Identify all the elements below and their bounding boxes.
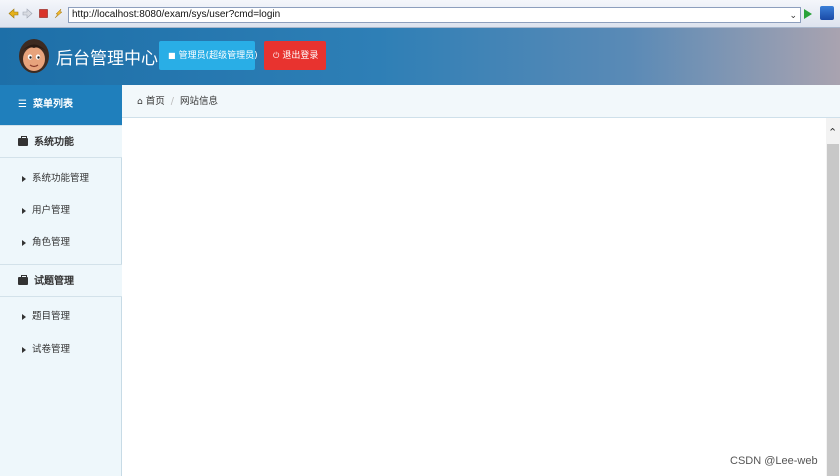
chevron-down-icon[interactable]: ⌄ — [789, 8, 797, 22]
app-title: 后台管理中心 — [56, 49, 158, 69]
admin-button-label: 管理员(超级管理员) — [178, 51, 258, 61]
forward-arrow-icon[interactable] — [22, 8, 33, 19]
breadcrumb-separator: / — [170, 96, 174, 107]
url-text: http://localhost:8080/exam/sys/user?cmd=… — [72, 9, 281, 20]
breadcrumb: ⌂ 首页 / 网站信息 — [122, 85, 840, 118]
caret-right-icon — [22, 346, 26, 353]
main-content-frame — [122, 118, 826, 476]
briefcase-icon — [18, 136, 28, 146]
vertical-scrollbar[interactable]: ⌃ — [826, 118, 840, 476]
sidebar-group-system[interactable]: 系统功能 — [0, 125, 122, 158]
caret-right-icon — [22, 207, 26, 214]
briefcase-icon — [18, 275, 28, 285]
sidebar-item-roles[interactable]: 角色管理 — [0, 229, 122, 257]
power-icon: ⏻ — [273, 51, 280, 60]
browser-toolbar: http://localhost:8080/exam/sys/user?cmd=… — [0, 0, 840, 28]
home-icon: ⌂ — [137, 97, 143, 107]
chevron-up-icon[interactable]: ⌃ — [828, 126, 837, 139]
avatar — [19, 39, 49, 73]
caret-right-icon — [22, 313, 26, 320]
sidebar-group-label: 试题管理 — [34, 276, 74, 287]
caret-right-icon — [22, 239, 26, 246]
go-icon[interactable] — [804, 9, 812, 19]
address-bar[interactable]: http://localhost:8080/exam/sys/user?cmd=… — [68, 7, 801, 23]
admin-user-button[interactable]: ■ 管理员(超级管理员) — [159, 41, 258, 70]
sidebar-group-label: 系统功能 — [34, 137, 74, 148]
watermark: CSDN @Lee-web — [730, 455, 818, 467]
sidebar-item-users[interactable]: 用户管理 — [0, 197, 122, 225]
extension-icon[interactable] — [820, 6, 834, 20]
sidebar: ☰ 菜单列表 系统功能 系统功能管理 用户管理 角色管理 试题管理 题目管理 试卷… — [0, 85, 122, 476]
back-arrow-icon[interactable] — [8, 8, 19, 19]
caret-right-icon — [22, 175, 26, 182]
refresh-icon[interactable] — [53, 8, 64, 19]
list-icon: ☰ — [18, 99, 27, 110]
sidebar-item-label: 试卷管理 — [32, 344, 71, 355]
sidebar-item-system-function[interactable]: 系统功能管理 — [0, 165, 122, 193]
sidebar-item-label: 系统功能管理 — [32, 173, 90, 184]
sidebar-item-label: 题目管理 — [32, 311, 71, 322]
sidebar-item-questions[interactable]: 题目管理 — [0, 303, 122, 331]
menu-header: ☰ 菜单列表 — [0, 85, 122, 125]
logout-button-label: 退出登录 — [282, 51, 319, 61]
breadcrumb-current: 网站信息 — [179, 96, 218, 107]
user-icon: ■ — [168, 51, 176, 60]
sidebar-item-label: 角色管理 — [32, 237, 71, 248]
stop-icon[interactable] — [38, 8, 49, 19]
logout-button[interactable]: ⏻ 退出登录 — [264, 41, 326, 70]
app-header: 后台管理中心 ■ 管理员(超级管理员) ⏻ 退出登录 — [0, 28, 840, 85]
sidebar-group-questions[interactable]: 试题管理 — [0, 264, 122, 297]
sidebar-item-papers[interactable]: 试卷管理 — [0, 336, 122, 364]
scrollbar-thumb[interactable] — [827, 144, 839, 476]
breadcrumb-home[interactable]: 首页 — [146, 96, 165, 107]
sidebar-item-label: 用户管理 — [32, 205, 71, 216]
menu-title: 菜单列表 — [32, 99, 73, 110]
